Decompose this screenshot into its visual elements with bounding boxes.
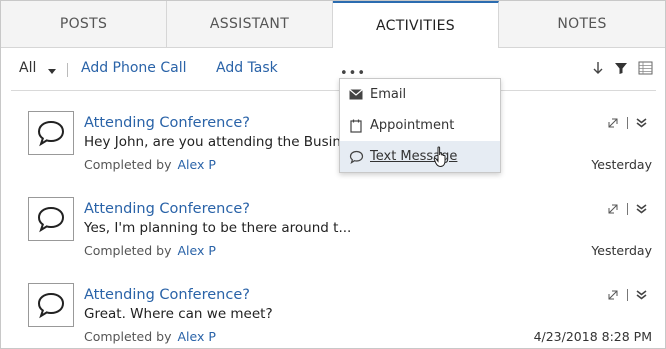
- menu-item-appointment[interactable]: Appointment: [340, 110, 500, 141]
- tab-bar: POSTS ASSISTANT ACTIVITIES NOTES: [1, 1, 665, 48]
- completed-by-label: Completed by: [84, 243, 172, 258]
- completed-by-user-link[interactable]: Alex P: [177, 329, 215, 344]
- filter-funnel-icon[interactable]: [614, 60, 628, 79]
- expand-chevron-icon[interactable]: [636, 285, 647, 304]
- action-divider: [627, 116, 628, 129]
- toolbar-divider: [67, 63, 68, 77]
- expand-chevron-icon[interactable]: [636, 113, 647, 132]
- activity-date: Yesterday: [591, 243, 652, 258]
- toolbar-icons: [592, 60, 653, 79]
- add-task-button[interactable]: Add Task: [216, 60, 278, 76]
- expand-chevron-icon[interactable]: [636, 199, 647, 218]
- sort-arrow-down-icon[interactable]: [592, 60, 604, 79]
- more-commands-menu: Email Appointment Text Message: [339, 78, 501, 173]
- action-divider: [627, 202, 628, 215]
- activity-date: 4/23/2018 8:28 PM: [533, 329, 652, 344]
- activity-meta: Completed by Alex P: [84, 243, 216, 258]
- completed-by-label: Completed by: [84, 157, 172, 172]
- menu-item-email[interactable]: Email: [340, 79, 500, 110]
- chat-bubble-icon: [28, 111, 74, 155]
- activity-body: Yes, I'm planning to be there around t..…: [84, 220, 352, 236]
- chat-bubble-icon: [28, 283, 74, 327]
- tab-assistant[interactable]: ASSISTANT: [167, 1, 333, 48]
- chevron-down-icon[interactable]: [48, 69, 56, 74]
- activity-body: Great. Where can we meet?: [84, 306, 273, 322]
- open-record-icon[interactable]: [608, 199, 619, 218]
- activity-title-link[interactable]: Attending Conference?: [84, 115, 250, 131]
- open-record-icon[interactable]: [608, 113, 619, 132]
- open-record-icon[interactable]: [608, 285, 619, 304]
- activity-list: Attending Conference? Hey John, are you …: [1, 91, 665, 349]
- activity-actions: [608, 199, 647, 218]
- activities-toolbar: All Add Phone Call Add Task •••: [1, 48, 665, 90]
- completed-by-user-link[interactable]: Alex P: [177, 243, 215, 258]
- activity-title-link[interactable]: Attending Conference?: [84, 201, 250, 217]
- menu-item-label: Email: [370, 87, 407, 102]
- activity-row[interactable]: Attending Conference? Great. Where can w…: [1, 263, 665, 349]
- tab-posts[interactable]: POSTS: [1, 1, 167, 48]
- chat-bubble-icon: [348, 149, 364, 165]
- activity-body: Hey John, are you attending the Busin...: [84, 134, 354, 150]
- activity-row[interactable]: Attending Conference? Hey John, are you …: [1, 91, 665, 177]
- activity-actions: [608, 113, 647, 132]
- menu-item-label: Appointment: [370, 118, 455, 133]
- grid-view-icon[interactable]: [638, 60, 653, 79]
- tab-activities[interactable]: ACTIVITIES: [333, 1, 499, 48]
- calendar-icon: [348, 118, 364, 134]
- action-divider: [627, 288, 628, 301]
- activity-actions: [608, 285, 647, 304]
- completed-by-label: Completed by: [84, 329, 172, 344]
- activity-row[interactable]: Attending Conference? Yes, I'm planning …: [1, 177, 665, 263]
- activity-title-link[interactable]: Attending Conference?: [84, 287, 250, 303]
- hand-pointer-cursor-icon: [433, 146, 449, 172]
- envelope-icon: [348, 87, 364, 103]
- activity-date: Yesterday: [591, 157, 652, 172]
- completed-by-user-link[interactable]: Alex P: [177, 157, 215, 172]
- activity-meta: Completed by Alex P: [84, 157, 216, 172]
- add-phone-call-button[interactable]: Add Phone Call: [81, 60, 187, 76]
- activities-panel: POSTS ASSISTANT ACTIVITIES NOTES All Add…: [0, 0, 666, 349]
- chat-bubble-icon: [28, 197, 74, 241]
- menu-item-text-message[interactable]: Text Message: [340, 141, 500, 172]
- filter-dropdown[interactable]: All: [19, 60, 36, 76]
- activity-meta: Completed by Alex P: [84, 329, 216, 344]
- tab-notes[interactable]: NOTES: [499, 1, 665, 48]
